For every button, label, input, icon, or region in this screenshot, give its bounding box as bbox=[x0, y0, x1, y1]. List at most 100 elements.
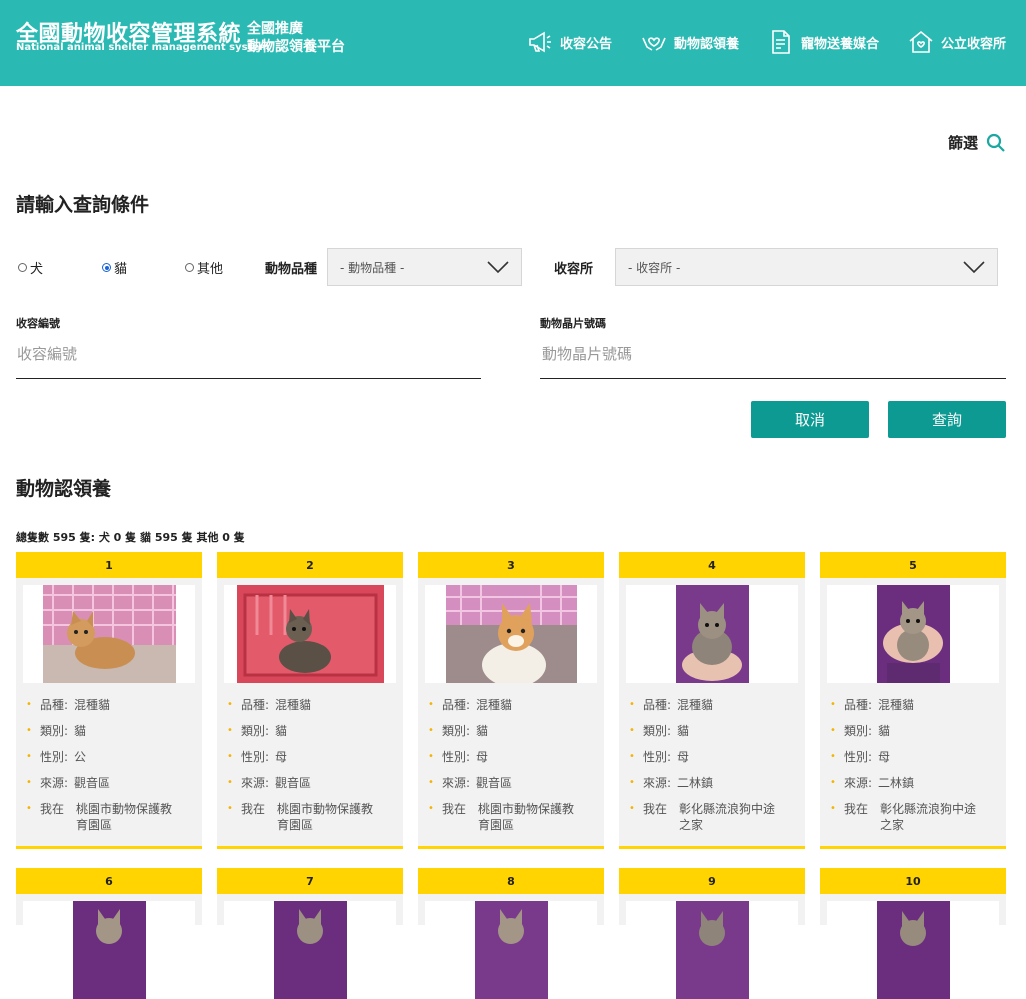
nav-item-adoption[interactable]: 動物認領養 bbox=[640, 28, 739, 56]
radio-button[interactable] bbox=[18, 263, 27, 272]
animal-card[interactable]: 7 bbox=[217, 868, 403, 999]
animal-photo[interactable] bbox=[42, 585, 176, 683]
card-number: 4 bbox=[619, 552, 805, 578]
animal-photo-frame[interactable] bbox=[827, 901, 999, 999]
card-info-list: • 品種: 混種貓 • 類別: 貓 • 性別: 母 • 來源: 觀音區 • 我在 桃園市動物保護教育… bbox=[217, 683, 403, 833]
animal-card[interactable]: 4 • 品種: 混種貓 • 類別: 貓 • 性別: 母 • 來源: 二林鎮 • 我在 彰化縣流浪狗中… bbox=[619, 552, 805, 849]
info-sex: • 性別: 母 bbox=[830, 750, 891, 764]
chip-number-label: 動物晶片號碼 bbox=[540, 317, 606, 330]
animal-photo[interactable] bbox=[876, 901, 950, 999]
animal-photo[interactable] bbox=[445, 585, 577, 683]
animal-photo-frame[interactable] bbox=[626, 901, 798, 999]
radio-dog[interactable]: 犬 bbox=[18, 258, 43, 277]
info-breed: • 品種: 混種貓 bbox=[26, 698, 111, 712]
breed-select-value: - 動物品種 - bbox=[340, 260, 405, 275]
info-source: • 來源: 觀音區 bbox=[428, 776, 513, 790]
animal-card[interactable]: 5 • 品種: 混種貓 • 類別: 貓 • 性別: 母 • 來源: 二林鎮 • 我在 彰化縣流浪狗中… bbox=[820, 552, 1006, 849]
card-footer-bar bbox=[820, 846, 1006, 849]
radio-label: 貓 bbox=[114, 262, 128, 277]
breed-select[interactable]: - 動物品種 - bbox=[327, 248, 522, 286]
shelter-select-value: - 收容所 - bbox=[628, 260, 681, 275]
filter-toggle-button[interactable]: 篩選 bbox=[948, 132, 1006, 153]
nav-item-shelter-notice[interactable]: 收容公告 bbox=[526, 28, 612, 56]
animal-card[interactable]: 8 bbox=[418, 868, 604, 999]
card-footer-bar bbox=[619, 846, 805, 849]
card-info-list: • 品種: 混種貓 • 類別: 貓 • 性別: 母 • 來源: 二林鎮 • 我在 彰化縣流浪狗中途之… bbox=[820, 683, 1006, 833]
animal-photo[interactable] bbox=[236, 585, 384, 683]
site-header: 全國動物收容管理系統 National animal shelter manag… bbox=[0, 0, 1026, 86]
animal-photo[interactable] bbox=[876, 585, 950, 683]
card-number: 8 bbox=[418, 868, 604, 894]
nav-label: 收容公告 bbox=[559, 36, 612, 52]
animal-card[interactable]: 3 • 品種: 混種貓 • 類別: 貓 • 性別: 母 • 來源: 觀音區 • 我在 桃園市動物保護… bbox=[418, 552, 604, 849]
results-title: 動物認領養 bbox=[16, 478, 112, 500]
animal-card[interactable]: 10 bbox=[820, 868, 1006, 999]
animal-card[interactable]: 6 bbox=[16, 868, 202, 999]
animal-card[interactable]: 9 bbox=[619, 868, 805, 999]
hands-heart-icon bbox=[642, 37, 666, 51]
animal-card[interactable]: 1 • 品種: 混種貓 • 類別: 貓 • 性別: 公 • 來源: 觀音區 • 我在 桃園市動物保護… bbox=[16, 552, 202, 849]
animal-photo[interactable] bbox=[72, 901, 146, 999]
card-number: 2 bbox=[217, 552, 403, 578]
main-nav: 收容公告 動物認領養 寵物送養媒合 公立收容所 bbox=[526, 28, 1006, 56]
shelter-select[interactable]: - 收容所 - bbox=[615, 248, 998, 286]
info-location: • 我在 桃園市動物保護教育園區 bbox=[26, 802, 173, 832]
radio-button-checked[interactable] bbox=[102, 263, 111, 272]
animal-photo-frame[interactable] bbox=[224, 585, 396, 683]
results-count: 總隻數 595 隻: 犬 0 隻 貓 595 隻 其他 0 隻 bbox=[16, 531, 245, 544]
info-location: • 我在 彰化縣流浪狗中途之家 bbox=[629, 802, 776, 832]
animal-photo-frame[interactable] bbox=[425, 901, 597, 999]
nav-item-pet-matching[interactable]: 寵物送養媒合 bbox=[767, 28, 879, 56]
logo-subtitle: National animal shelter management syste… bbox=[16, 42, 270, 53]
info-breed: • 品種: 混種貓 bbox=[629, 698, 714, 712]
info-type: • 類別: 貓 bbox=[629, 724, 690, 738]
animal-photo-frame[interactable] bbox=[827, 585, 999, 683]
card-number: 9 bbox=[619, 868, 805, 894]
chevron-down-icon bbox=[487, 261, 509, 274]
info-sex: • 性別: 母 bbox=[227, 750, 288, 764]
animal-photo-frame[interactable] bbox=[23, 901, 195, 999]
animal-photo[interactable] bbox=[474, 901, 548, 999]
chip-number-input[interactable]: 動物晶片號碼 bbox=[540, 340, 1006, 379]
radio-cat[interactable]: 貓 bbox=[102, 258, 127, 277]
card-number: 3 bbox=[418, 552, 604, 578]
animal-photo[interactable] bbox=[675, 901, 749, 999]
animal-photo-frame[interactable] bbox=[23, 585, 195, 683]
card-info-list: • 品種: 混種貓 • 類別: 貓 • 性別: 母 • 來源: 觀音區 • 我在 桃園市動物保護教育… bbox=[418, 683, 604, 833]
info-location: • 我在 桃園市動物保護教育園區 bbox=[227, 802, 374, 832]
animal-photo-frame[interactable] bbox=[224, 901, 396, 999]
nav-item-public-shelter[interactable]: 公立收容所 bbox=[907, 28, 1006, 56]
info-sex: • 性別: 母 bbox=[428, 750, 489, 764]
radio-label: 其他 bbox=[197, 262, 224, 277]
nav-label: 寵物送養媒合 bbox=[800, 36, 879, 52]
animal-photo[interactable] bbox=[273, 901, 347, 999]
chip-number-placeholder: 動物晶片號碼 bbox=[542, 345, 633, 363]
filter-label: 篩選 bbox=[947, 134, 978, 152]
breed-label: 動物品種 bbox=[265, 262, 318, 277]
card-number: 1 bbox=[16, 552, 202, 578]
shelter-label: 收容所 bbox=[554, 262, 594, 277]
radio-label: 犬 bbox=[30, 262, 44, 277]
info-source: • 來源: 觀音區 bbox=[26, 776, 111, 790]
logo-side-text: 全國推廣 動物認領養平台 bbox=[247, 21, 345, 55]
search-button[interactable]: 查詢 bbox=[888, 401, 1006, 438]
card-info-list: • 品種: 混種貓 • 類別: 貓 • 性別: 母 • 來源: 二林鎮 • 我在 彰化縣流浪狗中途之… bbox=[619, 683, 805, 833]
shelter-id-placeholder: 收容編號 bbox=[17, 345, 78, 363]
info-source: • 來源: 二林鎮 bbox=[830, 776, 915, 790]
animal-card[interactable]: 2 • 品種: 混種貓 • 類別: 貓 • 性別: 母 • 來源: 觀音區 • 我在 桃園市動物保護… bbox=[217, 552, 403, 849]
info-type: • 類別: 貓 bbox=[227, 724, 288, 738]
animal-photo[interactable] bbox=[675, 585, 749, 683]
animal-photo-frame[interactable] bbox=[425, 585, 597, 683]
info-type: • 類別: 貓 bbox=[830, 724, 891, 738]
info-type: • 類別: 貓 bbox=[428, 724, 489, 738]
card-number: 5 bbox=[820, 552, 1006, 578]
cancel-button[interactable]: 取消 bbox=[751, 401, 869, 438]
info-breed: • 品種: 混種貓 bbox=[227, 698, 312, 712]
radio-other[interactable]: 其他 bbox=[185, 258, 223, 277]
radio-button[interactable] bbox=[185, 263, 194, 272]
shelter-id-input[interactable]: 收容編號 bbox=[16, 340, 481, 379]
animal-photo-frame[interactable] bbox=[626, 585, 798, 683]
info-sex: • 性別: 母 bbox=[629, 750, 690, 764]
card-number: 6 bbox=[16, 868, 202, 894]
nav-label: 動物認領養 bbox=[673, 36, 739, 52]
